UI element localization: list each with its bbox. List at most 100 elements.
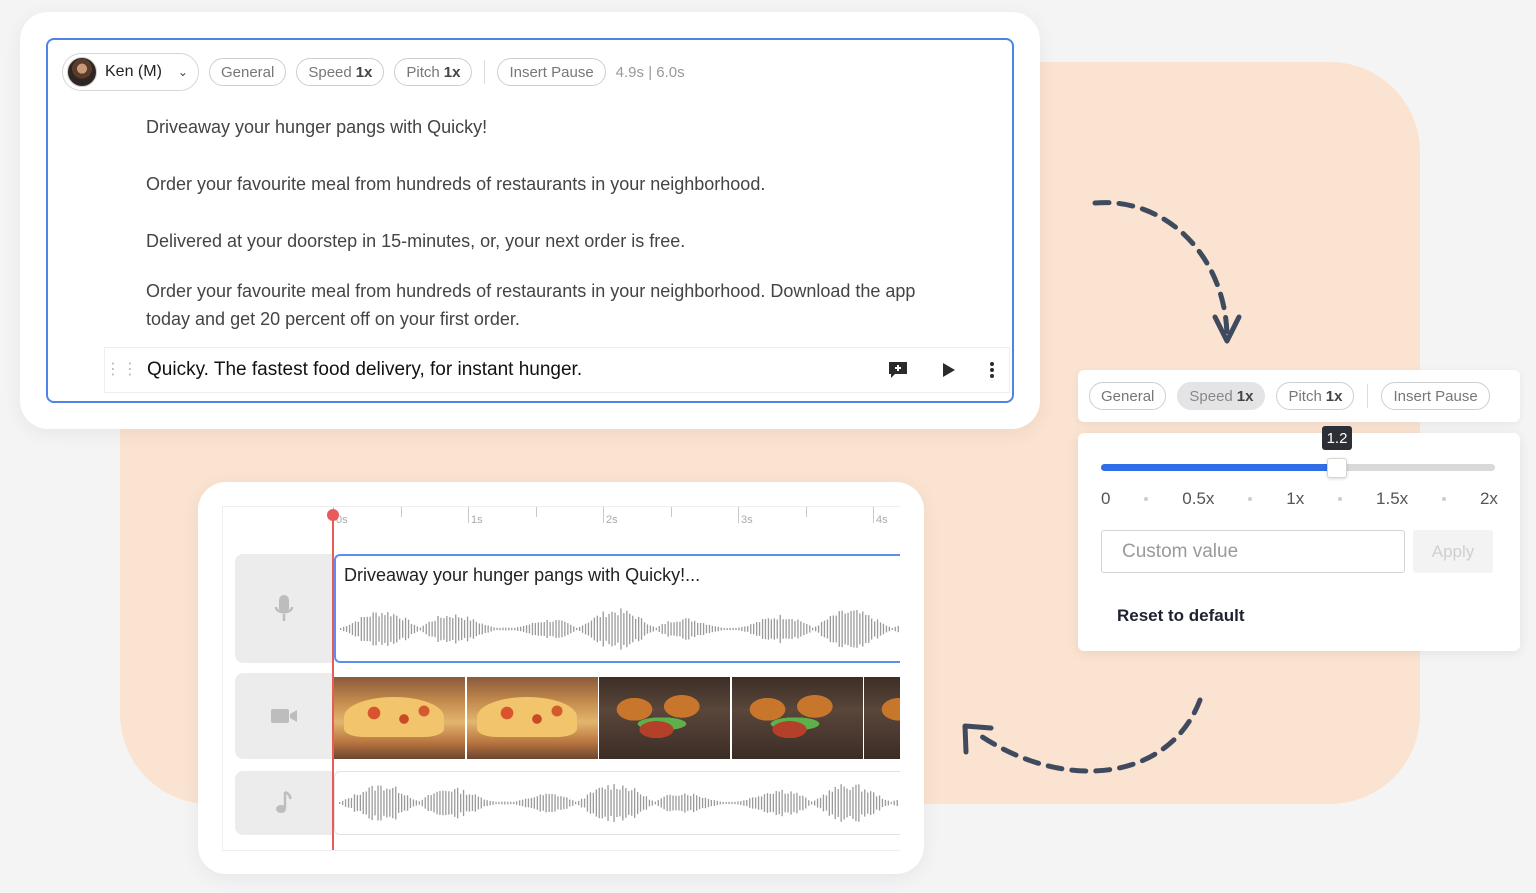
waveform-bar <box>649 625 652 633</box>
insert-pause-label: Insert Pause <box>1393 387 1478 405</box>
waveform-bar <box>413 624 416 634</box>
waveform-bar <box>552 621 554 637</box>
speed-slider[interactable]: 1.2 <box>1101 426 1495 478</box>
waveform-bar <box>595 789 597 817</box>
waveform-bar <box>688 618 690 640</box>
waveform-bar <box>452 618 454 640</box>
waveform-bar <box>340 628 342 630</box>
waveform-bar <box>693 793 695 813</box>
more-options-icon[interactable] <box>989 361 995 379</box>
waveform-bar <box>737 801 739 805</box>
waveform-bar <box>861 791 863 815</box>
paragraph-2[interactable]: Order your favourite meal from hundreds … <box>146 170 946 198</box>
waveform-bar <box>586 794 589 812</box>
voice-clip[interactable]: Driveaway your hunger pangs with Quicky!… <box>334 554 900 663</box>
waveform-bar <box>483 799 485 807</box>
waveform-bar <box>685 618 687 640</box>
waveform-bar <box>389 789 391 817</box>
tab-pitch[interactable]: Pitch 1x <box>394 58 473 86</box>
waveform-bar <box>871 618 873 640</box>
tick-label: 0 <box>1101 489 1111 508</box>
waveform-bar <box>793 793 795 813</box>
waveform-bar <box>369 616 371 642</box>
script-block: Ken (M) ⌄ General Speed 1x Pitch 1x Insert… <box>46 38 1014 403</box>
video-clip[interactable] <box>334 677 900 759</box>
waveform-bar <box>468 794 471 812</box>
waveform-bar <box>722 801 724 805</box>
waveform-bar <box>710 800 712 807</box>
waveform-bar <box>797 619 799 639</box>
waveform-bar <box>738 627 740 631</box>
waveform-bar <box>616 789 618 817</box>
waveform-bar <box>766 793 769 813</box>
waveform-bar <box>386 788 388 818</box>
waveform-bar <box>492 801 494 805</box>
waveform-bar <box>583 798 586 808</box>
waveform-bar <box>521 799 524 807</box>
tab-general[interactable]: General <box>1089 382 1167 410</box>
waveform-bar <box>578 800 580 806</box>
waveform-bar <box>339 802 341 804</box>
waveform-bar <box>631 790 633 816</box>
waveform-bar <box>881 798 884 808</box>
waveform-bar <box>534 623 536 635</box>
speed-panel: 1.2 0 0.5x 1x 1.5x 2x Apply Reset to def… <box>1078 426 1520 651</box>
music-note-icon <box>275 790 291 813</box>
waveform-bar <box>755 797 757 809</box>
slider-thumb[interactable] <box>1327 458 1347 478</box>
waveform-bar <box>545 793 547 813</box>
waveform-bar <box>581 625 584 633</box>
playhead[interactable] <box>332 517 334 850</box>
waveform-bar <box>701 797 704 809</box>
waveform-bar <box>593 617 595 641</box>
tab-speed[interactable]: Speed 1x <box>296 58 385 86</box>
apply-button[interactable]: Apply <box>1413 530 1493 573</box>
waveform-bar <box>406 795 409 811</box>
custom-value-input[interactable] <box>1101 530 1405 573</box>
waveform-bar <box>543 622 545 636</box>
tab-pitch[interactable]: Pitch 1x <box>1276 382 1355 410</box>
play-icon[interactable] <box>941 361 957 379</box>
drag-handle-icon[interactable]: ⋮⋮ <box>105 362 139 378</box>
waveform-bar <box>519 800 521 806</box>
waveform-bar <box>587 622 590 636</box>
add-comment-icon[interactable] <box>887 360 909 380</box>
tab-pitch-value: 1x <box>1325 387 1343 405</box>
waveform-bar <box>694 620 696 638</box>
music-clip[interactable] <box>334 771 900 835</box>
waveform-bar <box>412 799 415 807</box>
waveform-bar <box>673 622 675 636</box>
waveform-bar <box>348 624 351 634</box>
waveform-bar <box>415 800 417 806</box>
waveform-bar <box>805 797 807 809</box>
waveform-bar <box>855 784 857 822</box>
tab-general[interactable]: General <box>208 58 287 86</box>
insert-pause-button[interactable]: Insert Pause <box>1381 382 1490 410</box>
reset-to-default-link[interactable]: Reset to default <box>1117 606 1245 626</box>
waveform-bar <box>469 620 472 638</box>
waveform-bar <box>564 621 566 637</box>
voice-selector[interactable]: Ken (M) ⌄ <box>62 53 199 91</box>
waveform-bar <box>646 624 649 634</box>
waveform-bar <box>368 787 370 819</box>
tab-speed-active[interactable]: Speed 1x <box>1177 382 1266 410</box>
insert-pause-button[interactable]: Insert Pause <box>497 58 606 86</box>
active-line-row[interactable]: ⋮⋮ Quicky. The fastest food delivery, fo… <box>104 347 1010 393</box>
waveform-bar <box>378 616 380 642</box>
paragraph-1[interactable]: Driveaway your hunger pangs with Quicky! <box>146 113 946 141</box>
waveform-bar <box>533 797 535 809</box>
waveform-bar <box>419 627 421 631</box>
waveform-bar <box>675 795 677 811</box>
playhead-handle[interactable] <box>327 509 339 521</box>
waveform-bar <box>372 612 374 646</box>
waveform-bar <box>498 801 500 805</box>
active-line-text[interactable]: Quicky. The fastest food delivery, for i… <box>147 359 887 381</box>
paragraph-4[interactable]: Order your favourite meal from hundreds … <box>146 277 946 333</box>
waveform-bar <box>344 799 347 807</box>
waveform-bar <box>353 794 356 812</box>
paragraph-3[interactable]: Delivered at your doorstep in 15-minutes… <box>146 227 946 255</box>
waveform-bar <box>511 627 513 631</box>
waveform-bar <box>404 617 407 641</box>
tick-dot <box>1248 497 1253 501</box>
waveform-bar <box>548 794 550 812</box>
